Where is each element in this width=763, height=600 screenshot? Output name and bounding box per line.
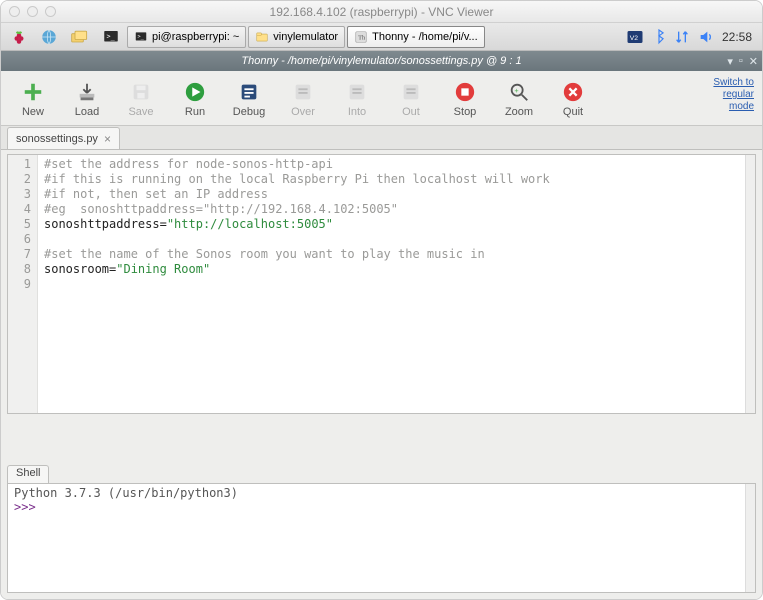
file-manager-launcher[interactable] [65, 26, 95, 48]
taskbar-task-terminal[interactable]: >_ pi@raspberrypi: ~ [127, 26, 246, 48]
shell-tab[interactable]: Shell [7, 465, 49, 483]
btn-label: Load [75, 106, 99, 118]
shell-scrollbar[interactable] [745, 484, 755, 592]
system-tray: V2 22:58 [626, 29, 758, 45]
code-editor[interactable]: 1 2 3 4 5 6 7 8 9 #set the address for n… [7, 154, 756, 414]
folder-icon [255, 30, 269, 44]
btn-label: Save [128, 106, 153, 118]
editor-scrollbar[interactable] [745, 155, 755, 413]
svg-text:V2: V2 [630, 35, 639, 42]
svg-text:>_: >_ [107, 32, 116, 40]
step-out-icon [400, 81, 422, 103]
zoom-button[interactable]: + Zoom [493, 75, 545, 121]
step-into-button[interactable]: Into [331, 75, 383, 121]
mac-window-title: 192.168.4.102 (raspberrypi) - VNC Viewer [1, 5, 762, 19]
shell-prompt: >>> [14, 500, 36, 514]
load-button[interactable]: Load [61, 75, 113, 121]
network-icon[interactable] [674, 29, 690, 45]
stop-icon [454, 81, 476, 103]
svg-text:>_: >_ [138, 34, 145, 40]
quit-icon [562, 81, 584, 103]
thonny-minimize-button[interactable]: ▾ [727, 55, 733, 68]
step-over-button[interactable]: Over [277, 75, 329, 121]
rpi-taskbar: >_ >_ pi@raspberrypi: ~ vinylemulator Th… [1, 23, 762, 51]
shell-output[interactable]: Python 3.7.3 (/usr/bin/python3) >>> [7, 483, 756, 593]
run-button[interactable]: Run [169, 75, 221, 121]
zoom-icon: + [508, 81, 530, 103]
mac-titlebar: 192.168.4.102 (raspberrypi) - VNC Viewer [1, 1, 762, 23]
thonny-titlebar: Thonny - /home/pi/vinylemulator/sonosset… [1, 51, 762, 71]
debug-button[interactable]: Debug [223, 75, 275, 121]
btn-label: Out [402, 106, 420, 118]
load-icon [76, 81, 98, 103]
task-label: vinylemulator [273, 31, 338, 43]
save-icon [130, 81, 152, 103]
thonny-maximize-button[interactable]: ▫ [739, 55, 743, 68]
thonny-toolbar: New Load Save Run Debug Over Into Out [1, 71, 762, 126]
switch-mode-link[interactable]: Switch to regular mode [713, 77, 754, 113]
volume-icon[interactable] [698, 29, 714, 45]
clock[interactable]: 22:58 [722, 30, 752, 44]
shell-panel: Shell Python 3.7.3 (/usr/bin/python3) >>… [1, 459, 762, 599]
terminal-icon: >_ [102, 28, 120, 46]
debug-icon [238, 81, 260, 103]
btn-label: Run [185, 106, 205, 118]
quit-button[interactable]: Quit [547, 75, 599, 121]
btn-label: Debug [233, 106, 265, 118]
thonny-title: Thonny - /home/pi/vinylemulator/sonosset… [241, 55, 521, 67]
step-over-icon [292, 81, 314, 103]
line-number-gutter: 1 2 3 4 5 6 7 8 9 [8, 155, 38, 413]
btn-label: New [22, 106, 44, 118]
plus-icon [22, 81, 44, 103]
thonny-icon: Th [354, 30, 368, 44]
step-into-icon [346, 81, 368, 103]
btn-label: Over [291, 106, 315, 118]
applications-menu-button[interactable] [5, 26, 33, 48]
btn-label: Quit [563, 106, 583, 118]
bluetooth-icon[interactable] [652, 29, 666, 45]
task-label: Thonny - /home/pi/v... [372, 31, 478, 43]
shell-tab-label: Shell [16, 467, 40, 479]
web-browser-launcher[interactable] [35, 26, 63, 48]
folders-icon [70, 28, 90, 46]
save-button[interactable]: Save [115, 75, 167, 121]
vnc-window: 192.168.4.102 (raspberrypi) - VNC Viewer… [0, 0, 763, 600]
play-icon [184, 81, 206, 103]
editor-area: 1 2 3 4 5 6 7 8 9 #set the address for n… [1, 150, 762, 459]
terminal-icon: >_ [134, 30, 148, 44]
btn-label: Into [348, 106, 366, 118]
vnc-tray-icon[interactable]: V2 [626, 29, 644, 45]
taskbar-task-filemanager[interactable]: vinylemulator [248, 26, 345, 48]
globe-icon [40, 28, 58, 46]
editor-tab[interactable]: sonossettings.py × [7, 127, 120, 149]
code-body[interactable]: #set the address for node-sonos-http-api… [38, 155, 745, 413]
new-button[interactable]: New [7, 75, 59, 121]
editor-tabstrip: sonossettings.py × [1, 126, 762, 150]
thonny-close-button[interactable]: ✕ [749, 55, 758, 68]
terminal-launcher[interactable]: >_ [97, 26, 125, 48]
shell-banner: Python 3.7.3 (/usr/bin/python3) [14, 486, 749, 500]
btn-label: Zoom [505, 106, 533, 118]
svg-text:+: + [514, 86, 518, 95]
editor-tab-label: sonossettings.py [16, 133, 98, 145]
step-out-button[interactable]: Out [385, 75, 437, 121]
svg-text:Th: Th [358, 34, 366, 41]
raspberry-icon [10, 28, 28, 46]
btn-label: Stop [454, 106, 477, 118]
close-tab-button[interactable]: × [104, 133, 111, 145]
stop-button[interactable]: Stop [439, 75, 491, 121]
taskbar-task-thonny[interactable]: Th Thonny - /home/pi/v... [347, 26, 485, 48]
task-label: pi@raspberrypi: ~ [152, 31, 239, 43]
